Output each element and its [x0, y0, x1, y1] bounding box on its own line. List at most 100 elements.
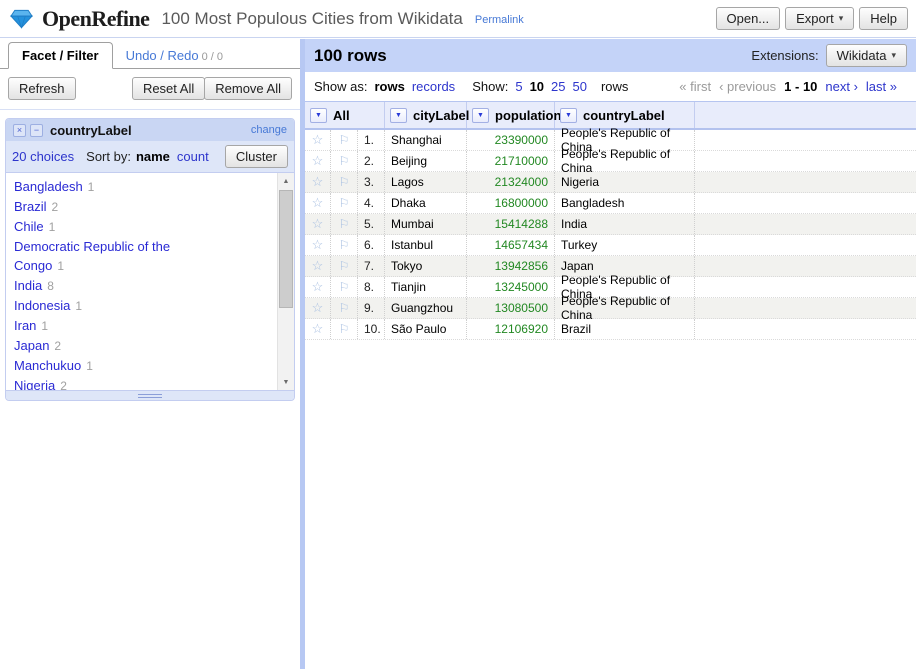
cell-population[interactable]: 23390000 — [467, 130, 555, 150]
star-icon[interactable]: ☆ — [305, 277, 331, 297]
flag-icon[interactable]: ⚐ — [331, 235, 358, 255]
facet-choice: Indonesia1 — [6, 296, 294, 316]
refresh-button[interactable]: Refresh — [8, 77, 76, 100]
cell-countrylabel[interactable]: India — [555, 214, 695, 234]
cell-population[interactable]: 15414288 — [467, 214, 555, 234]
cell-citylabel[interactable]: Tokyo — [385, 256, 467, 276]
facet-change-link[interactable]: change — [251, 124, 287, 136]
cell-population[interactable]: 13080500 — [467, 298, 555, 318]
column-header-filler — [695, 102, 916, 128]
cell-citylabel[interactable]: Lagos — [385, 172, 467, 192]
cell-citylabel[interactable]: Beijing — [385, 151, 467, 171]
facet-choice-link[interactable]: Bangladesh — [14, 179, 83, 194]
cell-citylabel[interactable]: São Paulo — [385, 319, 467, 339]
flag-icon[interactable]: ⚐ — [331, 130, 358, 150]
column-menu-all-icon[interactable]: ▼ — [310, 108, 327, 123]
tab-undo-redo[interactable]: Undo / Redo0 / 0 — [113, 43, 236, 68]
cell-countrylabel[interactable]: People's Republic of China — [555, 151, 695, 171]
cell-citylabel[interactable]: Istanbul — [385, 235, 467, 255]
project-title[interactable]: 100 Most Populous Cities from Wikidata — [161, 9, 462, 29]
table-body: ☆ ⚐ 1. Shanghai 23390000 People's Republ… — [305, 130, 916, 340]
facet-choice-link[interactable]: Japan — [14, 338, 49, 353]
cell-citylabel[interactable]: Guangzhou — [385, 298, 467, 318]
facet-choice-link[interactable]: Chile — [14, 219, 44, 234]
star-icon[interactable]: ☆ — [305, 130, 331, 150]
facet-choice-link[interactable]: Iran — [14, 318, 36, 333]
star-icon[interactable]: ☆ — [305, 319, 331, 339]
star-icon[interactable]: ☆ — [305, 193, 331, 213]
undo-redo-count: 0 / 0 — [202, 51, 223, 63]
permalink-link[interactable]: Permalink — [475, 14, 524, 26]
tab-facet-filter[interactable]: Facet / Filter — [8, 42, 113, 69]
flag-icon[interactable]: ⚐ — [331, 193, 358, 213]
cell-population[interactable]: 13942856 — [467, 256, 555, 276]
cell-population[interactable]: 12106920 — [467, 319, 555, 339]
facet-choice-link[interactable]: Indonesia — [14, 298, 70, 313]
open-button[interactable]: Open... — [716, 7, 781, 30]
facet-choice-link[interactable]: Manchukuo — [14, 358, 81, 373]
page-size-option[interactable]: 25 — [551, 79, 565, 94]
pagination-next[interactable]: next › — [825, 79, 858, 94]
flag-icon[interactable]: ⚐ — [331, 319, 358, 339]
wikidata-extension-button[interactable]: Wikidata▾ — [826, 44, 907, 67]
view-mode-rows[interactable]: rows — [374, 79, 404, 94]
cluster-button[interactable]: Cluster — [225, 145, 288, 168]
star-icon[interactable]: ☆ — [305, 151, 331, 171]
remove-all-button[interactable]: Remove All — [204, 77, 292, 100]
cell-population[interactable]: 21324000 — [467, 172, 555, 192]
cell-citylabel[interactable]: Dhaka — [385, 193, 467, 213]
pagination-last[interactable]: last » — [866, 79, 897, 94]
facet-choice-link[interactable]: Democratic Republic of the Congo — [14, 239, 170, 273]
reset-all-button[interactable]: Reset All — [132, 77, 205, 100]
facet-choice-link[interactable]: India — [14, 278, 42, 293]
cell-population[interactable]: 14657434 — [467, 235, 555, 255]
cell-population[interactable]: 13245000 — [467, 277, 555, 297]
facet-choice-link[interactable]: Brazil — [14, 199, 47, 214]
cell-countrylabel[interactable]: Brazil — [555, 319, 695, 339]
export-button[interactable]: Export▾ — [785, 7, 854, 30]
star-icon[interactable]: ☆ — [305, 214, 331, 234]
scroll-up-icon[interactable]: ▲ — [278, 173, 294, 189]
scroll-down-icon[interactable]: ▼ — [278, 374, 294, 390]
cell-population[interactable]: 16800000 — [467, 193, 555, 213]
page-size-option[interactable]: 10 — [530, 79, 544, 94]
view-mode-records[interactable]: records — [412, 79, 455, 94]
facet-choice-link[interactable]: Nigeria — [14, 378, 55, 390]
column-header-population: ▼ population — [467, 102, 555, 128]
cell-citylabel[interactable]: Tianjin — [385, 277, 467, 297]
flag-icon[interactable]: ⚐ — [331, 151, 358, 171]
column-menu-citylabel-icon[interactable]: ▼ — [390, 108, 407, 123]
facet-choices-summary[interactable]: 20 choices — [12, 149, 74, 164]
openrefine-logo-icon[interactable] — [10, 9, 33, 29]
flag-icon[interactable]: ⚐ — [331, 214, 358, 234]
column-menu-population-icon[interactable]: ▼ — [472, 108, 489, 123]
cell-countrylabel[interactable]: Bangladesh — [555, 193, 695, 213]
cell-countrylabel[interactable]: Turkey — [555, 235, 695, 255]
column-menu-countrylabel-icon[interactable]: ▼ — [560, 108, 577, 123]
cell-population[interactable]: 21710000 — [467, 151, 555, 171]
flag-icon[interactable]: ⚐ — [331, 172, 358, 192]
cell-countrylabel[interactable]: People's Republic of China — [555, 298, 695, 318]
facet-scrollbar[interactable]: ▲ ▼ — [277, 173, 294, 390]
page-size-option[interactable]: 50 — [573, 79, 587, 94]
cell-countrylabel[interactable]: Nigeria — [555, 172, 695, 192]
row-index: 8. — [358, 277, 385, 297]
flag-icon[interactable]: ⚐ — [331, 277, 358, 297]
star-icon[interactable]: ☆ — [305, 256, 331, 276]
flag-icon[interactable]: ⚐ — [331, 298, 358, 318]
star-icon[interactable]: ☆ — [305, 298, 331, 318]
page-size-option[interactable]: 5 — [515, 79, 522, 94]
star-icon[interactable]: ☆ — [305, 172, 331, 192]
facet-minimize-icon[interactable]: − — [30, 124, 43, 137]
flag-icon[interactable]: ⚐ — [331, 256, 358, 276]
facet-resize-handle[interactable] — [6, 390, 294, 400]
scrollbar-thumb[interactable] — [279, 190, 293, 308]
star-icon[interactable]: ☆ — [305, 235, 331, 255]
cell-citylabel[interactable]: Mumbai — [385, 214, 467, 234]
sort-by-count[interactable]: count — [177, 149, 209, 164]
cell-citylabel[interactable]: Shanghai — [385, 130, 467, 150]
sort-by-name[interactable]: name — [136, 149, 170, 164]
facet-close-icon[interactable]: × — [13, 124, 26, 137]
table-row: ☆ ⚐ 4. Dhaka 16800000 Bangladesh — [305, 193, 916, 214]
help-button[interactable]: Help — [859, 7, 908, 30]
